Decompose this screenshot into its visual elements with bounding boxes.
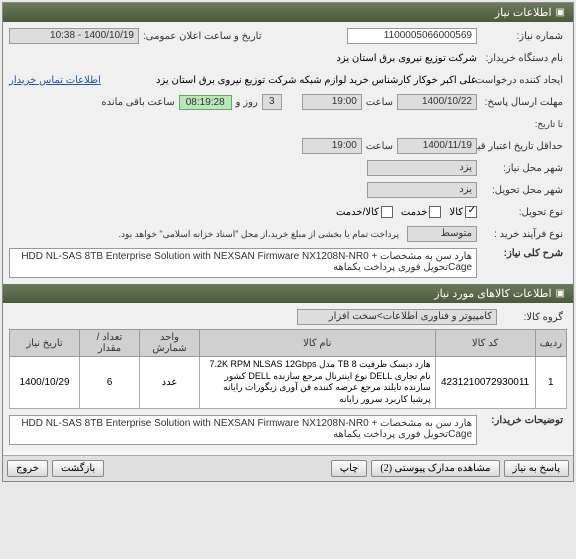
deadline-until-label: تا تاریخ:	[477, 119, 567, 130]
service-label: خدمت	[401, 207, 428, 218]
remaining-label: ساعت باقی مانده	[97, 97, 178, 108]
cell-name: هارد دیسک ظرفیت TB 8 مدل 7.2K RPM NLSAS …	[200, 357, 436, 409]
table-row[interactable]: 1 4231210072930011 هارد دیسک ظرفیت TB 8 …	[10, 357, 567, 409]
goods-service-label: کالا/خدمت	[336, 207, 379, 218]
need-no-label: شماره نیاز:	[477, 31, 567, 42]
col-date: تاریخ نیاز	[10, 330, 80, 357]
group-label: گروه کالا:	[497, 312, 567, 323]
cell-date: 1400/10/29	[10, 357, 80, 409]
bottom-toolbar: پاسخ به نیاز مشاهده مدارک پیوستی (2) چاپ…	[3, 455, 573, 481]
validity-label: حداقل تاریخ اعتبار قیمت تا:	[477, 141, 567, 152]
items-title: اطلاعات کالاهای مورد نیاز	[434, 287, 551, 300]
cell-code: 4231210072930011	[435, 357, 535, 409]
window-title: اطلاعات نیاز	[495, 6, 552, 19]
delivery-goods-option[interactable]: کالا	[449, 206, 477, 218]
days-value: 3	[262, 94, 282, 110]
delivery-type-label: نوع تحویل:	[477, 207, 567, 218]
exit-button[interactable]: خروج	[7, 460, 48, 477]
public-dt-value: 1400/10/19 - 10:38	[9, 28, 139, 44]
need-no-value: 1100005066000569	[347, 28, 477, 44]
purchase-type-label: نوع فرآیند خرید :	[477, 229, 567, 240]
attachments-button[interactable]: مشاهده مدارک پیوستی (2)	[371, 460, 499, 477]
time-label-1: ساعت	[362, 97, 397, 108]
deadline-date: 1400/10/22	[397, 94, 477, 110]
list-icon: ▣	[556, 288, 565, 299]
cell-idx: 1	[535, 357, 566, 409]
buyer-notes-text: هارد سن به مشخصات HDD NL-SAS 8TB Enterpr…	[9, 415, 477, 445]
purchase-mid-value: متوسط	[407, 226, 477, 242]
col-name: نام کالا	[200, 330, 436, 357]
buyer-org-value: شرکت توزیع نیروی برق استان یزد	[277, 53, 477, 64]
need-city-value: یزد	[367, 160, 477, 176]
summary-label: شرح کلی نیاز:	[477, 248, 567, 259]
purchase-note: پرداخت تمام یا بخشی از مبلغ خرید،از محل …	[9, 229, 407, 240]
delivery-service-option[interactable]: خدمت	[401, 206, 442, 218]
summary-text: هارد سن به مشخصات HDD NL-SAS 8TB Enterpr…	[9, 248, 477, 278]
buyer-org-label: نام دستگاه خریدار:	[477, 53, 567, 64]
time-label-2: ساعت	[362, 141, 397, 152]
items-table: ردیف کد کالا نام کالا واحد شمارش تعداد /…	[9, 329, 567, 409]
public-dt-label: تاریخ و ساعت اعلان عمومی:	[139, 31, 266, 42]
cell-unit: عدد	[140, 357, 200, 409]
print-button[interactable]: چاپ	[331, 460, 368, 477]
back-button[interactable]: بازگشت	[52, 460, 104, 477]
group-value: کامپیوتر و فناوری اطلاعات>سخت افزار	[297, 309, 497, 325]
deadline-label: مهلت ارسال پاسخ:	[477, 97, 567, 108]
countdown-timer: 08:19:28	[179, 95, 232, 110]
respond-button[interactable]: پاسخ به نیاز	[504, 460, 570, 477]
validity-date: 1400/11/19	[397, 138, 477, 154]
items-header: ▣ اطلاعات کالاهای مورد نیاز	[3, 284, 573, 303]
deadline-time: 19:00	[302, 94, 362, 110]
goods-label: کالا	[449, 207, 463, 218]
days-suffix: روز و	[232, 97, 262, 108]
cell-qty: 6	[80, 357, 140, 409]
col-unit: واحد شمارش	[140, 330, 200, 357]
checkbox-icon	[381, 206, 393, 218]
buyer-contact-link[interactable]: اطلاعات تماس خریدار	[9, 75, 101, 86]
checkbox-checked-icon	[465, 206, 477, 218]
checkbox-icon	[429, 206, 441, 218]
delivery-both-option[interactable]: کالا/خدمت	[336, 206, 393, 218]
requester-label: ایجاد کننده درخواست:	[477, 75, 567, 86]
requester-value: علی اکبر خوکار کارشناس خرید لوازم شبکه ش…	[101, 75, 477, 86]
delivery-city-label: شهر محل تحویل:	[477, 185, 567, 196]
info-icon: ▣	[556, 7, 565, 18]
table-header-row: ردیف کد کالا نام کالا واحد شمارش تعداد /…	[10, 330, 567, 357]
col-qty: تعداد / مقدار	[80, 330, 140, 357]
delivery-city-value: یزد	[367, 182, 477, 198]
col-idx: ردیف	[535, 330, 566, 357]
window-header: ▣ اطلاعات نیاز	[3, 3, 573, 22]
buyer-notes-label: توضیحات خریدار:	[477, 415, 567, 426]
col-code: کد کالا	[435, 330, 535, 357]
validity-time: 19:00	[302, 138, 362, 154]
need-city-label: شهر محل نیاز:	[477, 163, 567, 174]
